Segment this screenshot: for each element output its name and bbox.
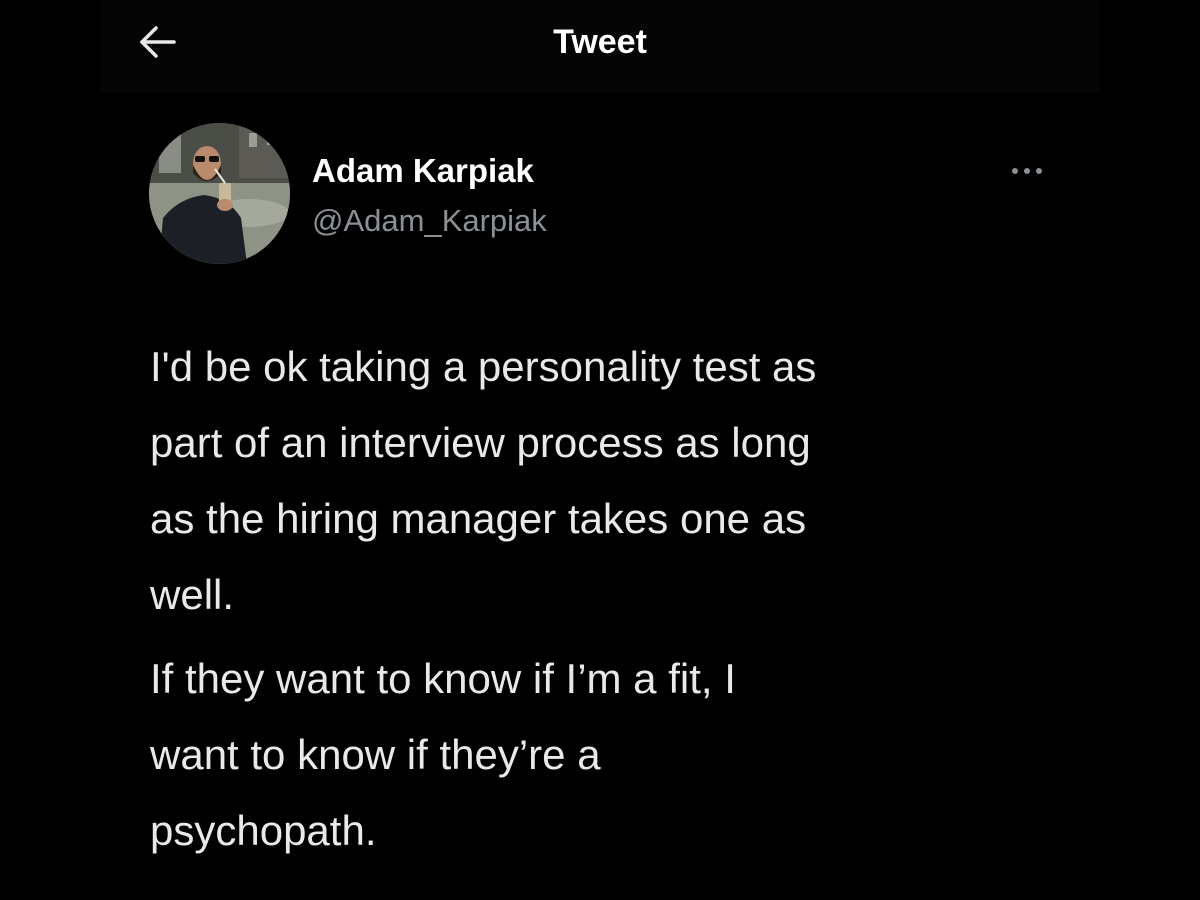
tweet-paragraph: I'd be ok taking a personality test as p… (150, 343, 817, 618)
more-options-button[interactable] (1002, 156, 1052, 186)
tweet-paragraph: If they want to know if I’m a fit, I wan… (150, 655, 736, 854)
tweet-page: Tweet Adam Karpiak @Adam_Karpiak I'd be … (0, 0, 1200, 900)
page-title: Tweet (553, 23, 647, 61)
more-horizontal-icon (1012, 168, 1042, 174)
tweet-text: I'd be ok taking a personality test as p… (150, 329, 1050, 869)
back-button[interactable] (128, 18, 184, 66)
user-avatar-image (149, 123, 290, 264)
author-name[interactable]: Adam Karpiak (312, 150, 534, 192)
avatar[interactable] (149, 123, 290, 264)
author-handle[interactable]: @Adam_Karpiak (312, 200, 547, 242)
arrow-left-icon (140, 26, 176, 58)
